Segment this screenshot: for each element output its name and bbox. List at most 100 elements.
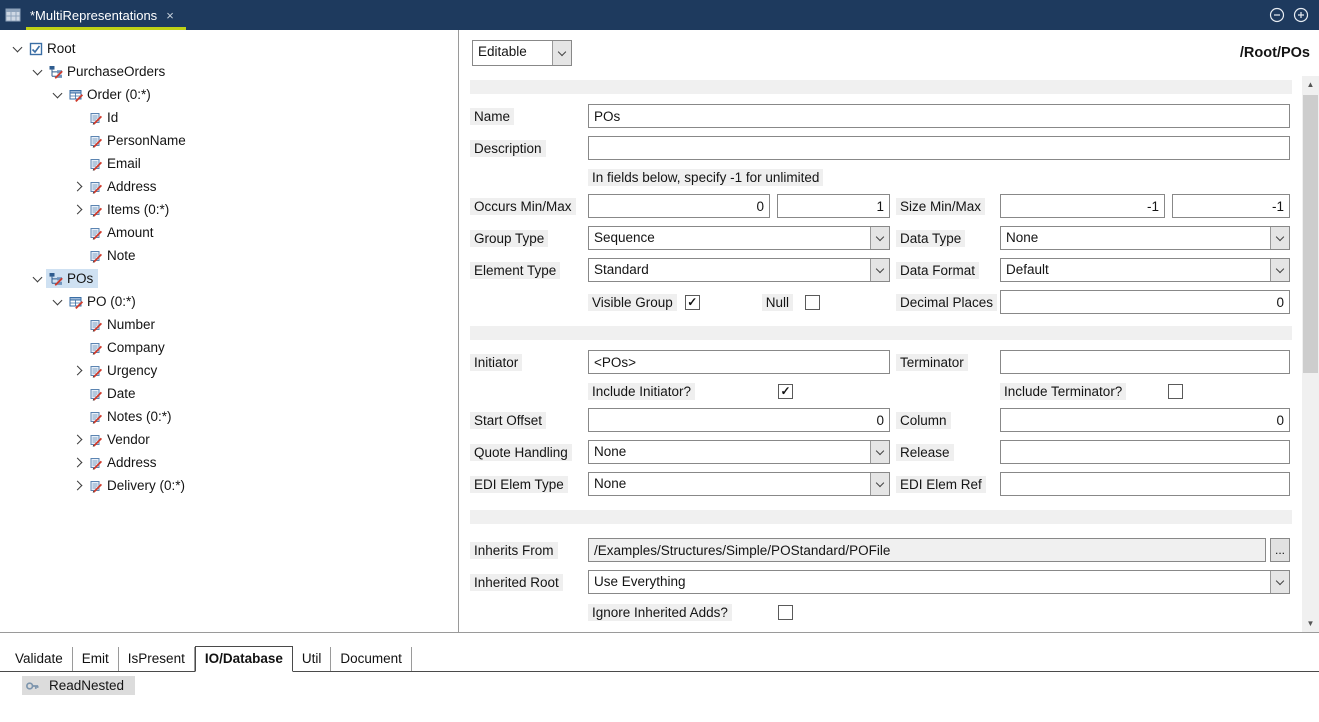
chevron-down-icon[interactable] bbox=[870, 441, 889, 463]
chevron-collapsed-icon[interactable] bbox=[68, 459, 86, 466]
column-input[interactable] bbox=[1000, 408, 1290, 432]
field-icon bbox=[88, 156, 103, 171]
tab-emit[interactable]: Emit bbox=[73, 647, 119, 671]
chevron-expanded-icon[interactable] bbox=[28, 277, 46, 281]
chevron-expanded-icon[interactable] bbox=[28, 70, 46, 74]
tab-validate[interactable]: Validate bbox=[6, 647, 73, 671]
include-initiator-checkbox[interactable]: ✓ bbox=[778, 384, 793, 399]
field-icon bbox=[88, 202, 103, 217]
chevron-down-icon[interactable] bbox=[552, 41, 571, 65]
tree-item[interactable]: Company bbox=[0, 336, 458, 359]
scrollbar-thumb[interactable] bbox=[1303, 95, 1318, 373]
occurs-minmax-label: Occurs Min/Max bbox=[470, 198, 576, 215]
tree-item[interactable]: PurchaseOrders bbox=[0, 60, 458, 83]
tree-item[interactable]: Number bbox=[0, 313, 458, 336]
tree-item-label: PO (0:*) bbox=[87, 294, 136, 309]
chevron-down-icon[interactable] bbox=[1270, 227, 1289, 249]
tab-util[interactable]: Util bbox=[293, 647, 332, 671]
chevron-collapsed-icon[interactable] bbox=[68, 482, 86, 489]
record-icon bbox=[68, 87, 83, 102]
decimal-places-input[interactable] bbox=[1000, 290, 1290, 314]
tree-item[interactable]: PO (0:*) bbox=[0, 290, 458, 313]
tree-item[interactable]: Amount bbox=[0, 221, 458, 244]
tree-item[interactable]: Order (0:*) bbox=[0, 83, 458, 106]
chevron-down-icon[interactable] bbox=[1270, 571, 1289, 593]
occurs-max-input[interactable] bbox=[777, 194, 890, 218]
tree-item-label: Delivery (0:*) bbox=[107, 478, 185, 493]
release-input[interactable] bbox=[1000, 440, 1290, 464]
tree-item-label: Notes (0:*) bbox=[107, 409, 172, 424]
chevron-down-icon[interactable] bbox=[1270, 259, 1289, 281]
occurs-min-input[interactable] bbox=[588, 194, 770, 218]
name-input[interactable] bbox=[588, 104, 1290, 128]
group-type-label: Group Type bbox=[470, 230, 548, 247]
size-minmax-label: Size Min/Max bbox=[896, 198, 985, 215]
scroll-down-button[interactable]: ▼ bbox=[1302, 615, 1319, 632]
quote-handling-dropdown[interactable]: None bbox=[588, 440, 890, 464]
start-offset-input[interactable] bbox=[588, 408, 890, 432]
chevron-down-icon[interactable] bbox=[870, 473, 889, 495]
decimal-places-label: Decimal Places bbox=[896, 294, 997, 311]
visible-group-checkbox[interactable]: ✓ bbox=[685, 295, 700, 310]
tree-item[interactable]: Date bbox=[0, 382, 458, 405]
inherits-from-input[interactable] bbox=[588, 538, 1266, 562]
inherited-root-dropdown[interactable]: Use Everything bbox=[588, 570, 1290, 594]
expand-circle-button[interactable] bbox=[1293, 7, 1309, 23]
collapse-circle-button[interactable] bbox=[1269, 7, 1285, 23]
tree-item[interactable]: Notes (0:*) bbox=[0, 405, 458, 428]
method-item-label: ReadNested bbox=[49, 678, 124, 693]
size-max-input[interactable] bbox=[1172, 194, 1290, 218]
chevron-down-icon[interactable] bbox=[870, 259, 889, 281]
chevron-expanded-icon[interactable] bbox=[48, 93, 66, 97]
tree-item[interactable]: Address bbox=[0, 175, 458, 198]
tree-item[interactable]: Email bbox=[0, 152, 458, 175]
browse-button[interactable]: ... bbox=[1270, 538, 1290, 562]
tree-item[interactable]: Address bbox=[0, 451, 458, 474]
chevron-collapsed-icon[interactable] bbox=[68, 183, 86, 190]
description-input[interactable] bbox=[588, 136, 1290, 160]
tree-item[interactable]: Items (0:*) bbox=[0, 198, 458, 221]
terminator-input[interactable] bbox=[1000, 350, 1290, 374]
chevron-collapsed-icon[interactable] bbox=[68, 436, 86, 443]
initiator-input[interactable] bbox=[588, 350, 890, 374]
group-type-dropdown[interactable]: Sequence bbox=[588, 226, 890, 250]
tree-item[interactable]: Urgency bbox=[0, 359, 458, 382]
editor-scrollbar[interactable]: ▲ ▼ bbox=[1302, 76, 1319, 632]
tree-item[interactable]: Note bbox=[0, 244, 458, 267]
ignore-inherited-adds-checkbox[interactable] bbox=[778, 605, 793, 620]
tab-document[interactable]: Document bbox=[331, 647, 412, 671]
tree-item-label: Number bbox=[107, 317, 155, 332]
size-min-input[interactable] bbox=[1000, 194, 1165, 218]
tab-ispresent[interactable]: IsPresent bbox=[119, 647, 195, 671]
edi-elem-type-dropdown[interactable]: None bbox=[588, 472, 890, 496]
edi-elem-type-label: EDI Elem Type bbox=[470, 476, 568, 493]
tree-item[interactable]: Id bbox=[0, 106, 458, 129]
terminator-label: Terminator bbox=[896, 354, 968, 371]
tree-item[interactable]: Vendor bbox=[0, 428, 458, 451]
tree-item[interactable]: Root bbox=[0, 37, 458, 60]
edi-elem-ref-input[interactable] bbox=[1000, 472, 1290, 496]
tab-close-icon[interactable]: × bbox=[166, 8, 174, 23]
null-checkbox[interactable] bbox=[805, 295, 820, 310]
tab-io-database[interactable]: IO/Database bbox=[195, 646, 293, 672]
chevron-expanded-icon[interactable] bbox=[8, 47, 26, 51]
chevron-down-icon[interactable] bbox=[870, 227, 889, 249]
document-tab[interactable]: *MultiRepresentations × bbox=[26, 0, 186, 30]
tree-item-label: PurchaseOrders bbox=[67, 64, 165, 79]
data-format-value: Default bbox=[1001, 259, 1270, 281]
chevron-collapsed-icon[interactable] bbox=[68, 206, 86, 213]
tree-item[interactable]: POs bbox=[0, 267, 458, 290]
include-terminator-checkbox[interactable] bbox=[1168, 384, 1183, 399]
method-item-readnested[interactable]: ReadNested bbox=[22, 676, 135, 695]
element-type-dropdown[interactable]: Standard bbox=[588, 258, 890, 282]
data-type-dropdown[interactable]: None bbox=[1000, 226, 1290, 250]
chevron-collapsed-icon[interactable] bbox=[68, 367, 86, 374]
tree-item-label: Items (0:*) bbox=[107, 202, 169, 217]
tree-item[interactable]: PersonName bbox=[0, 129, 458, 152]
mode-dropdown[interactable]: Editable bbox=[472, 40, 572, 66]
tree-item[interactable]: Delivery (0:*) bbox=[0, 474, 458, 497]
chevron-expanded-icon[interactable] bbox=[48, 300, 66, 304]
bottom-panel: ValidateEmitIsPresentIO/DatabaseUtilDocu… bbox=[0, 632, 1319, 722]
scroll-up-button[interactable]: ▲ bbox=[1302, 76, 1319, 93]
data-format-dropdown[interactable]: Default bbox=[1000, 258, 1290, 282]
